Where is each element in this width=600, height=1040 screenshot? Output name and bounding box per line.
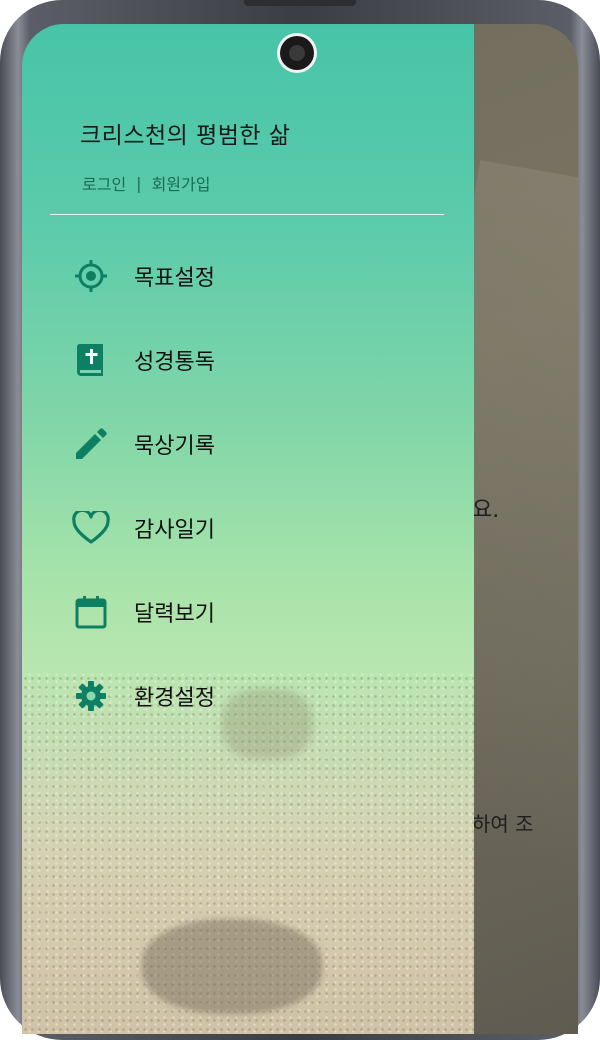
footprint-image [142, 919, 322, 1014]
phone-frame: 요. 하여 조 크리스천의 평범한 삶 로그인 | 회원가입 목표설정 성경통독… [0, 0, 600, 1040]
background-text-2: 하여 조 [472, 812, 534, 836]
heart-icon [72, 509, 110, 547]
front-camera [280, 36, 314, 70]
menu-item-label: 목표설정 [134, 266, 215, 291]
auth-links: 로그인 | 회원가입 [82, 171, 210, 195]
menu-item-gratitude[interactable]: 감사일기 [22, 498, 474, 558]
signup-link[interactable]: 회원가입 [152, 171, 211, 195]
app-title: 크리스천의 평범한 삶 [80, 123, 291, 149]
menu-item-meditation[interactable]: 묵상기록 [22, 414, 474, 474]
menu-item-label: 환경설정 [134, 686, 215, 711]
drawer-divider [50, 214, 444, 215]
background-text-1: 요. [472, 498, 500, 523]
target-icon [72, 257, 110, 295]
navigation-drawer: 크리스천의 평범한 삶 로그인 | 회원가입 목표설정 성경통독 묵상기록 감사… [22, 24, 474, 1034]
menu-item-bible[interactable]: 성경통독 [22, 330, 474, 390]
menu-item-label: 묵상기록 [134, 434, 215, 459]
login-link[interactable]: 로그인 [82, 171, 126, 195]
menu-item-label: 성경통독 [134, 350, 215, 375]
menu-item-label: 달력보기 [134, 602, 215, 627]
pencil-icon [72, 425, 110, 463]
menu-item-settings[interactable]: 환경설정 [22, 666, 474, 726]
menu-item-goal[interactable]: 목표설정 [22, 246, 474, 306]
menu-item-label: 감사일기 [134, 518, 215, 543]
bible-icon [72, 341, 110, 379]
gear-icon [72, 677, 110, 715]
phone-top-edge [244, 0, 356, 6]
auth-separator: | [136, 173, 142, 193]
calendar-icon [72, 593, 110, 631]
screen: 요. 하여 조 크리스천의 평범한 삶 로그인 | 회원가입 목표설정 성경통독… [22, 24, 578, 1034]
menu-item-calendar[interactable]: 달력보기 [22, 582, 474, 642]
